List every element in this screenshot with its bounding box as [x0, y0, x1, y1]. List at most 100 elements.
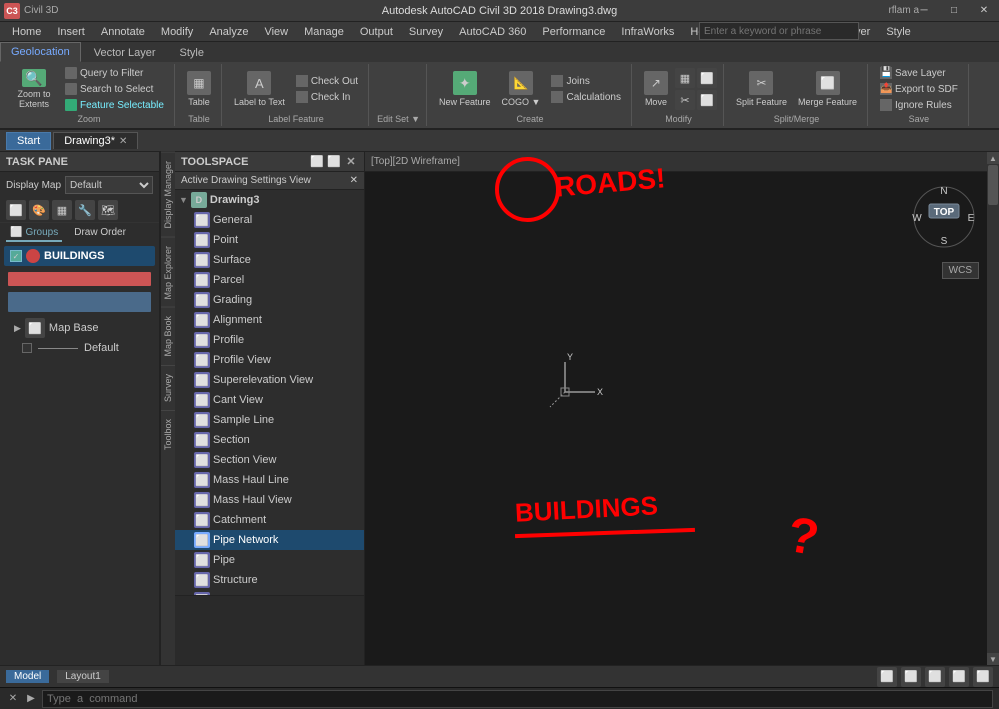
status-icon-5[interactable]: ⬜ — [973, 667, 993, 687]
scroll-down-button[interactable]: ▼ — [987, 653, 999, 665]
groups-tab[interactable]: ⬜ Groups — [6, 225, 62, 242]
status-icon-3[interactable]: ⬜ — [925, 667, 945, 687]
display-manager-tab[interactable]: Display Manager — [161, 152, 175, 237]
window-controls[interactable]: ─ □ ✕ — [909, 0, 999, 21]
status-icon-4[interactable]: ⬜ — [949, 667, 969, 687]
tree-item-grading[interactable]: ⬜ Grading — [175, 290, 364, 310]
modify-btn-2[interactable]: ⬜ — [697, 68, 717, 88]
status-icon-2[interactable]: ⬜ — [901, 667, 921, 687]
menu-insert[interactable]: Insert — [49, 22, 93, 41]
menu-infraworks[interactable]: InfraWorks — [613, 22, 682, 41]
modify-btn-3[interactable]: ✂ — [675, 90, 695, 110]
viewport[interactable]: [Top][2D Wireframe] N S W E TOP WCS Y X … — [365, 152, 999, 665]
survey-tab[interactable]: Survey — [161, 365, 175, 410]
drawing-tab-close[interactable]: ✕ — [119, 136, 127, 147]
split-feature-button[interactable]: ✂ Split Feature — [732, 67, 791, 111]
joins-button[interactable]: Joins — [547, 74, 624, 88]
tree-item-surface[interactable]: ⬜ Surface — [175, 250, 364, 270]
menu-analyze[interactable]: Analyze — [201, 22, 256, 41]
menu-annotate[interactable]: Annotate — [93, 22, 153, 41]
scroll-track-v[interactable] — [987, 164, 999, 653]
tree-item-profile-view[interactable]: ⬜ Profile View — [175, 350, 364, 370]
menu-performance[interactable]: Performance — [534, 22, 613, 41]
menu-home[interactable]: Home — [4, 22, 49, 41]
tree-item-structure[interactable]: ⬜ Structure — [175, 570, 364, 590]
buildings-layer-row[interactable]: ✓ BUILDINGS — [4, 246, 155, 266]
tree-item-parcel[interactable]: ⬜ Parcel — [175, 270, 364, 290]
close-button[interactable]: ✕ — [969, 0, 999, 21]
toolspace-close-icon[interactable]: ✕ — [344, 155, 358, 169]
zoom-extents-button[interactable]: 🔍 Zoom to Extents — [10, 67, 58, 111]
tree-item-sample-line[interactable]: ⬜ Sample Line — [175, 410, 364, 430]
ribbon-tab-geolocation[interactable]: Geolocation — [0, 42, 81, 62]
tools-icon[interactable]: 🔧 — [75, 200, 95, 220]
tree-item-mass-haul-view[interactable]: ⬜ Mass Haul View — [175, 490, 364, 510]
modify-btn-1[interactable]: ▦ — [675, 68, 695, 88]
menu-output[interactable]: Output — [352, 22, 401, 41]
ignore-rules-button[interactable]: Ignore Rules — [876, 98, 962, 112]
search-input[interactable] — [699, 22, 859, 40]
tree-item-pipe-network[interactable]: ⬜ Pipe Network — [175, 530, 364, 550]
tree-item-pipe[interactable]: ⬜ Pipe — [175, 550, 364, 570]
toolbox-tab[interactable]: Toolbox — [161, 410, 175, 458]
modify-btn-4[interactable]: ⬜ — [697, 90, 717, 110]
maximize-button[interactable]: □ — [939, 0, 969, 21]
viewport-scrollbar-vertical[interactable]: ▲ ▼ — [987, 152, 999, 665]
buildings-checkbox[interactable]: ✓ — [10, 250, 22, 262]
export-sdf-button[interactable]: 📤 Export to SDF — [876, 82, 962, 96]
map-book-tab[interactable]: Map Book — [161, 307, 175, 365]
drawing-tab[interactable]: Drawing3* ✕ — [53, 132, 138, 149]
save-layer-button[interactable]: 💾 Save Layer — [876, 66, 962, 80]
tree-item-section[interactable]: ⬜ Section — [175, 430, 364, 450]
move-button[interactable]: ↗ Move — [640, 67, 672, 111]
merge-feature-button[interactable]: ⬜ Merge Feature — [794, 67, 861, 111]
status-icon-1[interactable]: ⬜ — [877, 667, 897, 687]
search-to-select-button[interactable]: Search to Select — [61, 82, 168, 96]
map-base-row[interactable]: ▶ ⬜ Map Base — [0, 316, 159, 340]
start-tab[interactable]: Start — [6, 132, 51, 150]
ribbon-tab-vector-layer[interactable]: Vector Layer — [83, 43, 167, 62]
table-icon[interactable]: ▦ — [52, 200, 72, 220]
menu-manage[interactable]: Manage — [296, 22, 352, 41]
menu-style[interactable]: Style — [878, 22, 918, 41]
map-explorer-tab[interactable]: Map Explorer — [161, 237, 175, 308]
model-tab[interactable]: Model — [6, 670, 49, 683]
calculations-button[interactable]: Calculations — [547, 90, 624, 104]
check-out-button[interactable]: Check Out — [292, 74, 362, 88]
style-icon[interactable]: 🎨 — [29, 200, 49, 220]
tree-item-point[interactable]: ⬜ Point — [175, 230, 364, 250]
tree-item-catchment[interactable]: ⬜ Catchment — [175, 510, 364, 530]
tree-item-superelevation[interactable]: ⬜ Superelevation View — [175, 370, 364, 390]
scroll-thumb-v[interactable] — [988, 165, 998, 205]
tree-root-drawing[interactable]: ▼ D Drawing3 — [175, 190, 364, 210]
tree-item-cant-view[interactable]: ⬜ Cant View — [175, 390, 364, 410]
tree-item-section-view[interactable]: ⬜ Section View — [175, 450, 364, 470]
command-input[interactable] — [42, 690, 993, 708]
display-map-select[interactable]: Default — [65, 176, 153, 194]
check-in-button[interactable]: Check In — [292, 90, 362, 104]
tree-item-profile[interactable]: ⬜ Profile — [175, 330, 364, 350]
menu-autocad360[interactable]: AutoCAD 360 — [451, 22, 534, 41]
layout1-tab[interactable]: Layout1 — [57, 670, 109, 683]
tree-item-alignment[interactable]: ⬜ Alignment — [175, 310, 364, 330]
scroll-up-button[interactable]: ▲ — [987, 152, 999, 164]
menu-modify[interactable]: Modify — [153, 22, 201, 41]
toolspace-icon-1[interactable]: ⬜ — [310, 155, 324, 169]
maps-icon[interactable]: 🗺 — [98, 200, 118, 220]
cogo-button[interactable]: 📐 COGO ▼ — [498, 67, 545, 111]
draw-order-tab[interactable]: Draw Order — [70, 225, 130, 242]
command-more-button[interactable]: ▶ — [24, 692, 38, 706]
toolspace-icon-2[interactable]: ⬜ — [327, 155, 341, 169]
query-to-filter-button[interactable]: Query to Filter — [61, 66, 168, 80]
default-layer-row[interactable]: Default — [0, 340, 159, 356]
ribbon-tab-style[interactable]: Style — [168, 43, 214, 62]
new-feature-button[interactable]: ✦ New Feature — [435, 67, 495, 111]
menu-survey[interactable]: Survey — [401, 22, 451, 41]
command-close-button[interactable]: ✕ — [6, 692, 20, 706]
table-button[interactable]: ▦ Table — [183, 67, 215, 111]
tree-item-mass-haul-line[interactable]: ⬜ Mass Haul Line — [175, 470, 364, 490]
tree-item-general[interactable]: ⬜ General — [175, 210, 364, 230]
data-icon[interactable]: ⬜ — [6, 200, 26, 220]
feature-selectable-button[interactable]: Feature Selectable — [61, 98, 168, 112]
menu-view[interactable]: View — [256, 22, 296, 41]
